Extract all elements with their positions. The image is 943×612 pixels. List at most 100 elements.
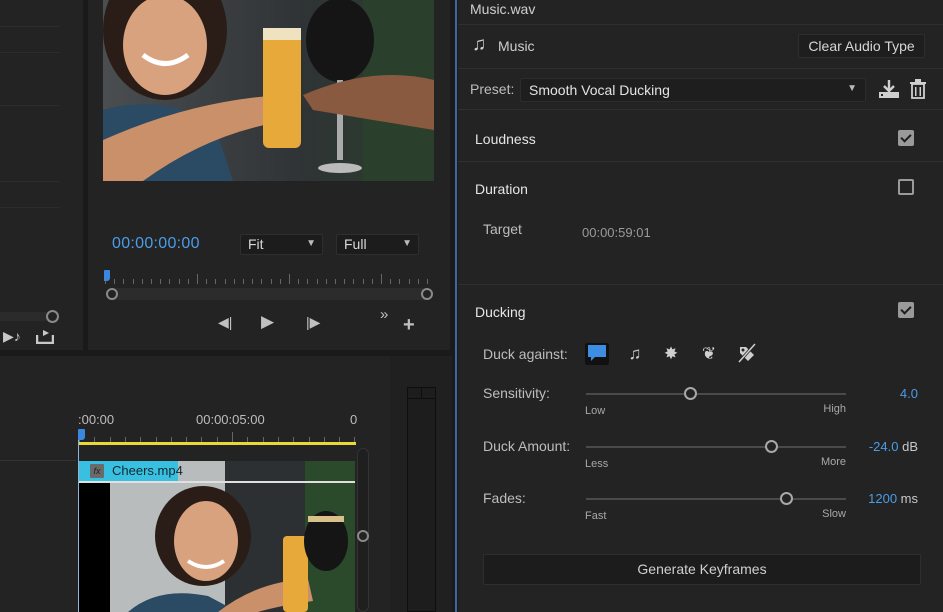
delete-preset-icon[interactable]: [909, 79, 927, 104]
play-button[interactable]: ▶: [261, 312, 274, 332]
divider: [458, 284, 943, 285]
slider-track[interactable]: [586, 498, 846, 500]
slider-knob[interactable]: [764, 440, 778, 453]
duration-checkbox[interactable]: [898, 179, 914, 195]
project-zoom-slider-knob[interactable]: [46, 310, 59, 323]
clip-title: Music.wav: [470, 1, 536, 17]
music-icon[interactable]: ♫: [623, 343, 647, 365]
ruler-tick: [362, 279, 364, 284]
audio-type-label: Music: [498, 38, 535, 54]
slider-value[interactable]: 1200 ms: [868, 491, 918, 506]
zoom-level-value: Fit: [248, 236, 264, 252]
divider: [458, 24, 943, 25]
slider-value[interactable]: 4.0: [900, 386, 918, 401]
slider-unit: ms: [897, 491, 918, 506]
ruler-tick: [325, 279, 327, 284]
ruler-tick: [335, 279, 336, 284]
ruler-tick: [353, 279, 355, 284]
work-area-bar[interactable]: [78, 442, 356, 445]
ruler-tick: [344, 279, 346, 284]
ruler-tick: [141, 279, 143, 284]
slider-track[interactable]: [586, 446, 846, 448]
generate-keyframes-button[interactable]: Generate Keyframes: [483, 554, 921, 585]
zoom-level-select[interactable]: Fit ▼: [240, 234, 323, 255]
timeline-clip[interactable]: fx Cheers.mp4: [78, 461, 355, 612]
slider-value[interactable]: -24.0 dB: [869, 439, 918, 454]
insert-to-audio-icon[interactable]: ▶♪: [3, 328, 21, 345]
clear-audio-type-button[interactable]: Clear Audio Type: [798, 34, 925, 58]
chevron-down-icon: ▼: [306, 238, 316, 249]
divider: [458, 109, 943, 110]
slider-knob[interactable]: [684, 387, 697, 400]
project-row-divider: [0, 181, 60, 182]
slider-number: 4.0: [899, 386, 918, 401]
track-divider: [0, 460, 76, 461]
panel-focus-border: [455, 0, 457, 612]
ruler-tick: [187, 279, 189, 284]
scrollbar-left-handle[interactable]: [106, 288, 118, 300]
ruler-tick: [270, 279, 272, 284]
ruler-tick: [123, 279, 125, 284]
export-icon[interactable]: [35, 328, 55, 347]
program-time-ruler[interactable]: [105, 270, 428, 284]
loudness-checkbox[interactable]: [898, 130, 914, 146]
slider-knob[interactable]: [780, 492, 794, 505]
button-editor-add[interactable]: +: [403, 314, 415, 337]
fx-badge-icon[interactable]: fx: [90, 464, 104, 478]
loudness-title[interactable]: Loudness: [475, 131, 536, 147]
slider-number: 1200: [868, 491, 898, 506]
dialogue-icon[interactable]: [585, 343, 609, 365]
ruler-tick: [178, 279, 180, 284]
program-playhead[interactable]: [104, 270, 110, 281]
duration-title[interactable]: Duration: [475, 181, 528, 197]
untagged-icon[interactable]: [735, 343, 759, 365]
save-preset-icon[interactable]: [878, 79, 900, 104]
project-row-divider: [0, 207, 60, 208]
ruler-tick: [160, 279, 162, 284]
ruler-tick: [243, 279, 244, 284]
timeline-playhead-line: [78, 440, 79, 612]
target-duration-value[interactable]: 00:00:59:01: [582, 225, 651, 240]
slider-min-label: Less: [585, 458, 609, 470]
step-forward-button[interactable]: |▶: [306, 314, 320, 331]
slider-min-label: Fast: [585, 510, 607, 522]
ducking-title[interactable]: Ducking: [475, 304, 526, 320]
timeline-playhead[interactable]: [78, 429, 85, 440]
ruler-tick: [151, 279, 152, 284]
ruler-tick: [233, 279, 235, 284]
scrollbar-right-handle[interactable]: [421, 288, 433, 300]
program-monitor-video-frame: [103, 0, 434, 181]
sfx-icon[interactable]: ✸: [659, 343, 683, 365]
timeline-time-label: :00:00: [78, 412, 115, 427]
clip-opacity-line[interactable]: [78, 481, 355, 483]
program-timecode[interactable]: 00:00:00:00: [112, 235, 200, 253]
program-zoom-scrollbar[interactable]: [108, 288, 430, 300]
ducking-checkbox[interactable]: [898, 302, 914, 318]
slider-max-label: Slow: [822, 508, 846, 520]
slider-label: Fades:: [483, 490, 526, 506]
timeline-track-headers: [0, 356, 76, 612]
ruler-tick: [289, 274, 290, 284]
slider-track[interactable]: [586, 393, 846, 395]
ruler-tick: [261, 279, 263, 284]
more-controls-button[interactable]: »: [380, 306, 388, 323]
audio-meter-channel-divider: [421, 387, 422, 399]
clip-name: Cheers.mp4: [112, 463, 183, 478]
resolution-select[interactable]: Full ▼: [336, 234, 419, 255]
slider-number: -24.0: [868, 439, 899, 454]
step-back-button[interactable]: ◀|: [218, 314, 232, 331]
ruler-tick: [206, 279, 208, 284]
timeline-time-label: 00:00:05:00: [196, 412, 265, 427]
ambience-icon[interactable]: ❦: [697, 343, 721, 365]
slider-label: Sensitivity:: [483, 385, 550, 401]
clip-header[interactable]: fx Cheers.mp4: [78, 461, 183, 481]
timeline-ruler[interactable]: [79, 428, 356, 442]
slider-min-label: Low: [585, 405, 606, 417]
ruler-tick: [408, 279, 410, 284]
resolution-value: Full: [344, 236, 367, 252]
ruler-tick: [169, 279, 171, 284]
preset-select[interactable]: Smooth Vocal Ducking ▼: [520, 78, 866, 102]
project-row-divider: [0, 105, 60, 106]
timeline-scroll-knob[interactable]: [357, 530, 369, 542]
chevron-down-icon: ▼: [847, 83, 857, 94]
